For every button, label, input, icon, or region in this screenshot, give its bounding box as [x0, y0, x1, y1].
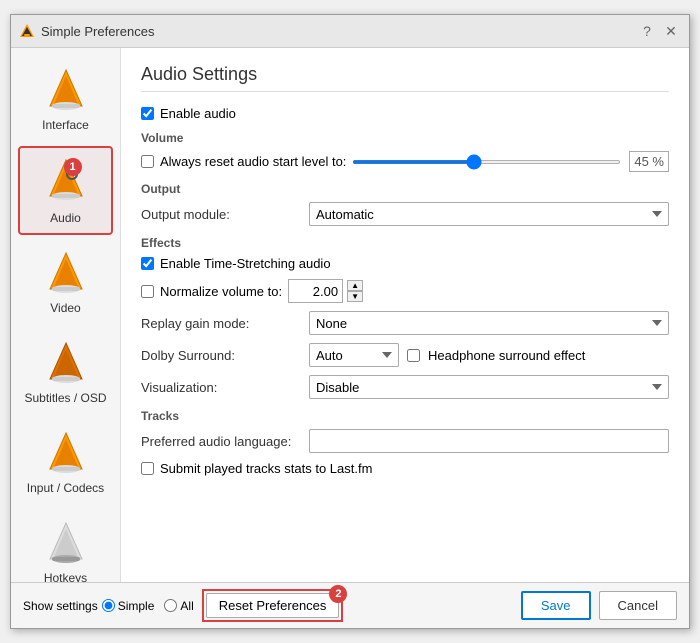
- submit-stats-checkbox[interactable]: [141, 462, 154, 475]
- preferred-lang-label: Preferred audio language:: [141, 434, 301, 449]
- reset-button[interactable]: Reset Preferences: [206, 593, 340, 618]
- save-button[interactable]: Save: [521, 591, 591, 620]
- reset-badge: 2: [329, 585, 347, 603]
- normalize-spinner: ▲ ▼: [288, 279, 363, 303]
- effects-group-label: Effects: [141, 236, 669, 250]
- preferred-lang-input[interactable]: [309, 429, 669, 453]
- window-title: Simple Preferences: [41, 24, 154, 39]
- sidebar-item-audio[interactable]: 1 Audio: [18, 146, 113, 235]
- hotkeys-label: Hotkeys: [44, 571, 87, 582]
- close-button[interactable]: ✕: [661, 21, 681, 41]
- title-bar-left: Simple Preferences: [19, 23, 154, 39]
- output-module-select[interactable]: Automatic: [309, 202, 669, 226]
- title-bar: Simple Preferences ? ✕: [11, 15, 689, 48]
- show-settings: Show settings Simple All: [23, 599, 194, 613]
- volume-group-label: Volume: [141, 131, 669, 145]
- preferences-window: Simple Preferences ? ✕ Interface: [10, 14, 690, 629]
- headphone-label[interactable]: Headphone surround effect: [428, 348, 585, 363]
- replay-gain-label: Replay gain mode:: [141, 316, 301, 331]
- enable-audio-checkbox[interactable]: [141, 107, 154, 120]
- help-button[interactable]: ?: [637, 21, 657, 41]
- normalize-input[interactable]: [288, 279, 343, 303]
- enable-audio-label[interactable]: Enable audio: [160, 106, 236, 121]
- enable-audio-row: Enable audio: [141, 106, 669, 121]
- volume-slider-container: 45 %: [352, 151, 669, 172]
- reset-wrapper: Reset Preferences 2: [206, 593, 340, 618]
- volume-row: Always reset audio start level to: 45 %: [141, 151, 669, 172]
- dolby-select[interactable]: Auto: [309, 343, 399, 367]
- simple-radio[interactable]: [102, 599, 115, 612]
- window-body: Interface 1: [11, 48, 689, 628]
- footer-right: Save Cancel: [521, 591, 677, 620]
- visualization-select[interactable]: Disable: [309, 375, 669, 399]
- footer: Show settings Simple All Re: [11, 582, 689, 628]
- simple-label: Simple: [118, 599, 155, 613]
- output-group-label: Output: [141, 182, 669, 196]
- video-icon: [42, 249, 90, 297]
- visualization-label: Visualization:: [141, 380, 301, 395]
- subtitles-icon: [42, 339, 90, 387]
- all-radio[interactable]: [164, 599, 177, 612]
- spinner-down[interactable]: ▼: [347, 291, 363, 302]
- content-area: Audio Settings Enable audio Volume Alway…: [121, 48, 689, 582]
- hotkeys-icon: [42, 519, 90, 567]
- normalize-checkbox[interactable]: [141, 285, 154, 298]
- always-reset-checkbox[interactable]: [141, 155, 154, 168]
- dolby-label: Dolby Surround:: [141, 348, 301, 363]
- sidebar-item-video[interactable]: Video: [18, 239, 113, 325]
- output-module-label: Output module:: [141, 207, 301, 222]
- interface-icon: [42, 66, 90, 114]
- output-module-row: Output module: Automatic: [141, 202, 669, 226]
- sidebar-item-subtitles[interactable]: Subtitles / OSD: [18, 329, 113, 415]
- main-area: Interface 1: [11, 48, 689, 582]
- sidebar-item-interface[interactable]: Interface: [18, 56, 113, 142]
- replay-gain-select[interactable]: None: [309, 311, 669, 335]
- video-label: Video: [50, 301, 80, 315]
- sidebar: Interface 1: [11, 48, 121, 582]
- time-stretch-checkbox[interactable]: [141, 257, 154, 270]
- tracks-group-label: Tracks: [141, 409, 669, 423]
- all-label: All: [180, 599, 193, 613]
- cancel-button[interactable]: Cancel: [599, 591, 677, 620]
- headphone-checkbox[interactable]: [407, 349, 420, 362]
- subtitles-label: Subtitles / OSD: [24, 391, 106, 405]
- slider-value: 45 %: [629, 151, 669, 172]
- input-icon: [42, 429, 90, 477]
- normalize-label[interactable]: Normalize volume to:: [160, 284, 282, 299]
- time-stretch-label[interactable]: Enable Time-Stretching audio: [160, 256, 331, 271]
- dolby-row: Dolby Surround: Auto Headphone surround …: [141, 343, 669, 367]
- simple-radio-label[interactable]: Simple: [102, 599, 155, 613]
- interface-label: Interface: [42, 118, 89, 132]
- sidebar-item-input[interactable]: Input / Codecs: [18, 419, 113, 505]
- title-bar-controls: ? ✕: [637, 21, 681, 41]
- volume-slider[interactable]: [352, 160, 621, 164]
- vlc-title-icon: [19, 23, 35, 39]
- always-reset-label[interactable]: Always reset audio start level to:: [160, 154, 346, 169]
- section-title: Audio Settings: [141, 64, 669, 92]
- submit-stats-row: Submit played tracks stats to Last.fm: [141, 461, 669, 476]
- spinner-arrows: ▲ ▼: [347, 280, 363, 302]
- dolby-controls: Auto Headphone surround effect: [309, 343, 585, 367]
- time-stretch-row: Enable Time-Stretching audio: [141, 256, 669, 271]
- footer-left: Show settings Simple All Re: [23, 593, 339, 618]
- input-label: Input / Codecs: [27, 481, 104, 495]
- normalize-row: Normalize volume to: ▲ ▼: [141, 279, 669, 303]
- spinner-up[interactable]: ▲: [347, 280, 363, 291]
- all-radio-label[interactable]: All: [164, 599, 193, 613]
- submit-stats-label[interactable]: Submit played tracks stats to Last.fm: [160, 461, 372, 476]
- show-settings-label: Show settings: [23, 599, 98, 613]
- sidebar-item-hotkeys[interactable]: Hotkeys: [18, 509, 113, 582]
- audio-label: Audio: [50, 211, 81, 225]
- visualization-row: Visualization: Disable: [141, 375, 669, 399]
- radio-group: Simple All: [102, 599, 194, 613]
- audio-badge: 1: [64, 158, 82, 176]
- preferred-lang-row: Preferred audio language:: [141, 429, 669, 453]
- replay-gain-row: Replay gain mode: None: [141, 311, 669, 335]
